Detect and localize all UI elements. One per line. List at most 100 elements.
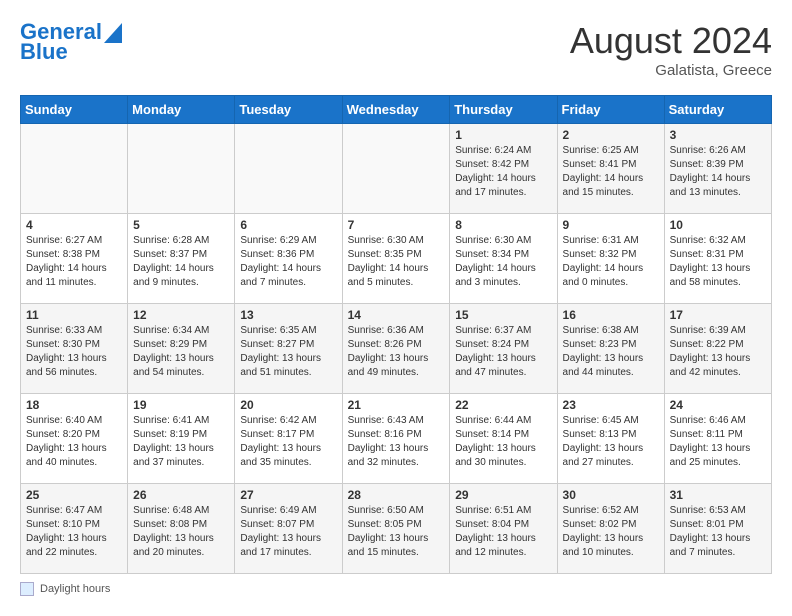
calendar-week-row: 4 Sunrise: 6:27 AM Sunset: 8:38 PM Daylig… — [21, 214, 772, 304]
table-row: 24Sunrise: 6:46 AM Sunset: 8:11 PM Dayli… — [664, 394, 771, 484]
day-number: 2 — [563, 128, 659, 142]
day-detail: Sunrise: 6:24 AM Sunset: 8:42 PM Dayligh… — [455, 144, 551, 200]
day-number: 7 — [348, 218, 445, 232]
table-row: 2 Sunrise: 6:25 AM Sunset: 8:41 PM Daylig… — [557, 124, 664, 214]
day-number: 3 — [670, 128, 766, 142]
table-row — [21, 124, 128, 214]
table-row — [128, 124, 235, 214]
day-detail: Sunrise: 6:40 AM Sunset: 8:20 PM Dayligh… — [26, 414, 122, 470]
table-row — [342, 124, 450, 214]
table-row: 11 Sunrise: 6:33 AM Sunset: 8:30 PM Dayli… — [21, 304, 128, 394]
daylight-label: Daylight hours — [40, 583, 110, 595]
day-number: 9 — [563, 218, 659, 232]
day-number: 1 — [455, 128, 551, 142]
day-detail: Sunrise: 6:30 AM Sunset: 8:34 PM Dayligh… — [455, 234, 551, 290]
day-number: 17 — [670, 308, 766, 322]
day-number: 20 — [240, 398, 336, 412]
day-detail: Sunrise: 6:33 AM Sunset: 8:30 PM Dayligh… — [26, 324, 122, 380]
day-detail: Sunrise: 6:31 AM Sunset: 8:32 PM Dayligh… — [563, 234, 659, 290]
col-monday: Monday — [128, 96, 235, 124]
calendar-week-row: 1 Sunrise: 6:24 AM Sunset: 8:42 PM Daylig… — [21, 124, 772, 214]
day-detail: Sunrise: 6:27 AM Sunset: 8:38 PM Dayligh… — [26, 234, 122, 290]
day-detail: Sunrise: 6:30 AM Sunset: 8:35 PM Dayligh… — [348, 234, 445, 290]
day-detail: Sunrise: 6:47 AM Sunset: 8:10 PM Dayligh… — [26, 504, 122, 560]
table-row: 29Sunrise: 6:51 AM Sunset: 8:04 PM Dayli… — [450, 484, 557, 574]
day-detail: Sunrise: 6:39 AM Sunset: 8:22 PM Dayligh… — [670, 324, 766, 380]
day-detail: Sunrise: 6:26 AM Sunset: 8:39 PM Dayligh… — [670, 144, 766, 200]
day-detail: Sunrise: 6:28 AM Sunset: 8:37 PM Dayligh… — [133, 234, 229, 290]
table-row: 1 Sunrise: 6:24 AM Sunset: 8:42 PM Daylig… — [450, 124, 557, 214]
calendar-header-row: Sunday Monday Tuesday Wednesday Thursday… — [21, 96, 772, 124]
day-detail: Sunrise: 6:25 AM Sunset: 8:41 PM Dayligh… — [563, 144, 659, 200]
table-row: 21Sunrise: 6:43 AM Sunset: 8:16 PM Dayli… — [342, 394, 450, 484]
table-row: 27 Sunrise: 6:49 AM Sunset: 8:07 PM Dayli… — [235, 484, 342, 574]
table-row: 7 Sunrise: 6:30 AM Sunset: 8:35 PM Daylig… — [342, 214, 450, 304]
col-wednesday: Wednesday — [342, 96, 450, 124]
day-detail: Sunrise: 6:51 AM Sunset: 8:04 PM Dayligh… — [455, 504, 551, 560]
calendar-week-row: 18 Sunrise: 6:40 AM Sunset: 8:20 PM Dayli… — [21, 394, 772, 484]
day-number: 22 — [455, 398, 551, 412]
table-row: 17 Sunrise: 6:39 AM Sunset: 8:22 PM Dayli… — [664, 304, 771, 394]
col-sunday: Sunday — [21, 96, 128, 124]
day-detail: Sunrise: 6:38 AM Sunset: 8:23 PM Dayligh… — [563, 324, 659, 380]
day-number: 10 — [670, 218, 766, 232]
day-detail: Sunrise: 6:37 AM Sunset: 8:24 PM Dayligh… — [455, 324, 551, 380]
table-row: 23Sunrise: 6:45 AM Sunset: 8:13 PM Dayli… — [557, 394, 664, 484]
col-saturday: Saturday — [664, 96, 771, 124]
day-number: 23 — [563, 398, 659, 412]
table-row: 28 Sunrise: 6:50 AM Sunset: 8:05 PM Dayli… — [342, 484, 450, 574]
day-number: 13 — [240, 308, 336, 322]
table-row: 10Sunrise: 6:32 AM Sunset: 8:31 PM Dayli… — [664, 214, 771, 304]
day-number: 8 — [455, 218, 551, 232]
day-detail: Sunrise: 6:48 AM Sunset: 8:08 PM Dayligh… — [133, 504, 229, 560]
table-row: 15 Sunrise: 6:37 AM Sunset: 8:24 PM Dayli… — [450, 304, 557, 394]
day-number: 27 — [240, 488, 336, 502]
day-number: 15 — [455, 308, 551, 322]
col-friday: Friday — [557, 96, 664, 124]
table-row: 8 Sunrise: 6:30 AM Sunset: 8:34 PM Daylig… — [450, 214, 557, 304]
day-number: 31 — [670, 488, 766, 502]
table-row: 22 Sunrise: 6:44 AM Sunset: 8:14 PM Dayli… — [450, 394, 557, 484]
day-number: 26 — [133, 488, 229, 502]
day-number: 4 — [26, 218, 122, 232]
location-subtitle: Galatista, Greece — [570, 62, 772, 79]
table-row: 16Sunrise: 6:38 AM Sunset: 8:23 PM Dayli… — [557, 304, 664, 394]
calendar-week-row: 25Sunrise: 6:47 AM Sunset: 8:10 PM Dayli… — [21, 484, 772, 574]
table-row: 18 Sunrise: 6:40 AM Sunset: 8:20 PM Dayli… — [21, 394, 128, 484]
table-row — [235, 124, 342, 214]
table-row: 9 Sunrise: 6:31 AM Sunset: 8:32 PM Daylig… — [557, 214, 664, 304]
day-detail: Sunrise: 6:44 AM Sunset: 8:14 PM Dayligh… — [455, 414, 551, 470]
day-detail: Sunrise: 6:34 AM Sunset: 8:29 PM Dayligh… — [133, 324, 229, 380]
day-detail: Sunrise: 6:29 AM Sunset: 8:36 PM Dayligh… — [240, 234, 336, 290]
day-detail: Sunrise: 6:49 AM Sunset: 8:07 PM Dayligh… — [240, 504, 336, 560]
day-number: 28 — [348, 488, 445, 502]
day-detail: Sunrise: 6:52 AM Sunset: 8:02 PM Dayligh… — [563, 504, 659, 560]
logo: General Blue — [20, 20, 122, 64]
day-number: 30 — [563, 488, 659, 502]
day-detail: Sunrise: 6:50 AM Sunset: 8:05 PM Dayligh… — [348, 504, 445, 560]
logo-text-blue: Blue — [20, 40, 68, 64]
day-number: 14 — [348, 308, 445, 322]
footer: Daylight hours — [20, 582, 772, 596]
day-number: 21 — [348, 398, 445, 412]
day-detail: Sunrise: 6:36 AM Sunset: 8:26 PM Dayligh… — [348, 324, 445, 380]
day-number: 5 — [133, 218, 229, 232]
table-row: 14 Sunrise: 6:36 AM Sunset: 8:26 PM Dayli… — [342, 304, 450, 394]
day-detail: Sunrise: 6:42 AM Sunset: 8:17 PM Dayligh… — [240, 414, 336, 470]
day-detail: Sunrise: 6:53 AM Sunset: 8:01 PM Dayligh… — [670, 504, 766, 560]
month-title: August 2024 — [570, 20, 772, 62]
logo-triangle-icon — [104, 23, 122, 43]
day-number: 11 — [26, 308, 122, 322]
day-detail: Sunrise: 6:35 AM Sunset: 8:27 PM Dayligh… — [240, 324, 336, 380]
table-row: 25Sunrise: 6:47 AM Sunset: 8:10 PM Dayli… — [21, 484, 128, 574]
day-detail: Sunrise: 6:41 AM Sunset: 8:19 PM Dayligh… — [133, 414, 229, 470]
day-number: 18 — [26, 398, 122, 412]
title-block: August 2024 Galatista, Greece — [570, 20, 772, 79]
table-row: 5 Sunrise: 6:28 AM Sunset: 8:37 PM Daylig… — [128, 214, 235, 304]
table-row: 30 Sunrise: 6:52 AM Sunset: 8:02 PM Dayli… — [557, 484, 664, 574]
table-row: 3 Sunrise: 6:26 AM Sunset: 8:39 PM Daylig… — [664, 124, 771, 214]
table-row: 31 Sunrise: 6:53 AM Sunset: 8:01 PM Dayli… — [664, 484, 771, 574]
day-number: 19 — [133, 398, 229, 412]
table-row: 6Sunrise: 6:29 AM Sunset: 8:36 PM Daylig… — [235, 214, 342, 304]
table-row: 4 Sunrise: 6:27 AM Sunset: 8:38 PM Daylig… — [21, 214, 128, 304]
